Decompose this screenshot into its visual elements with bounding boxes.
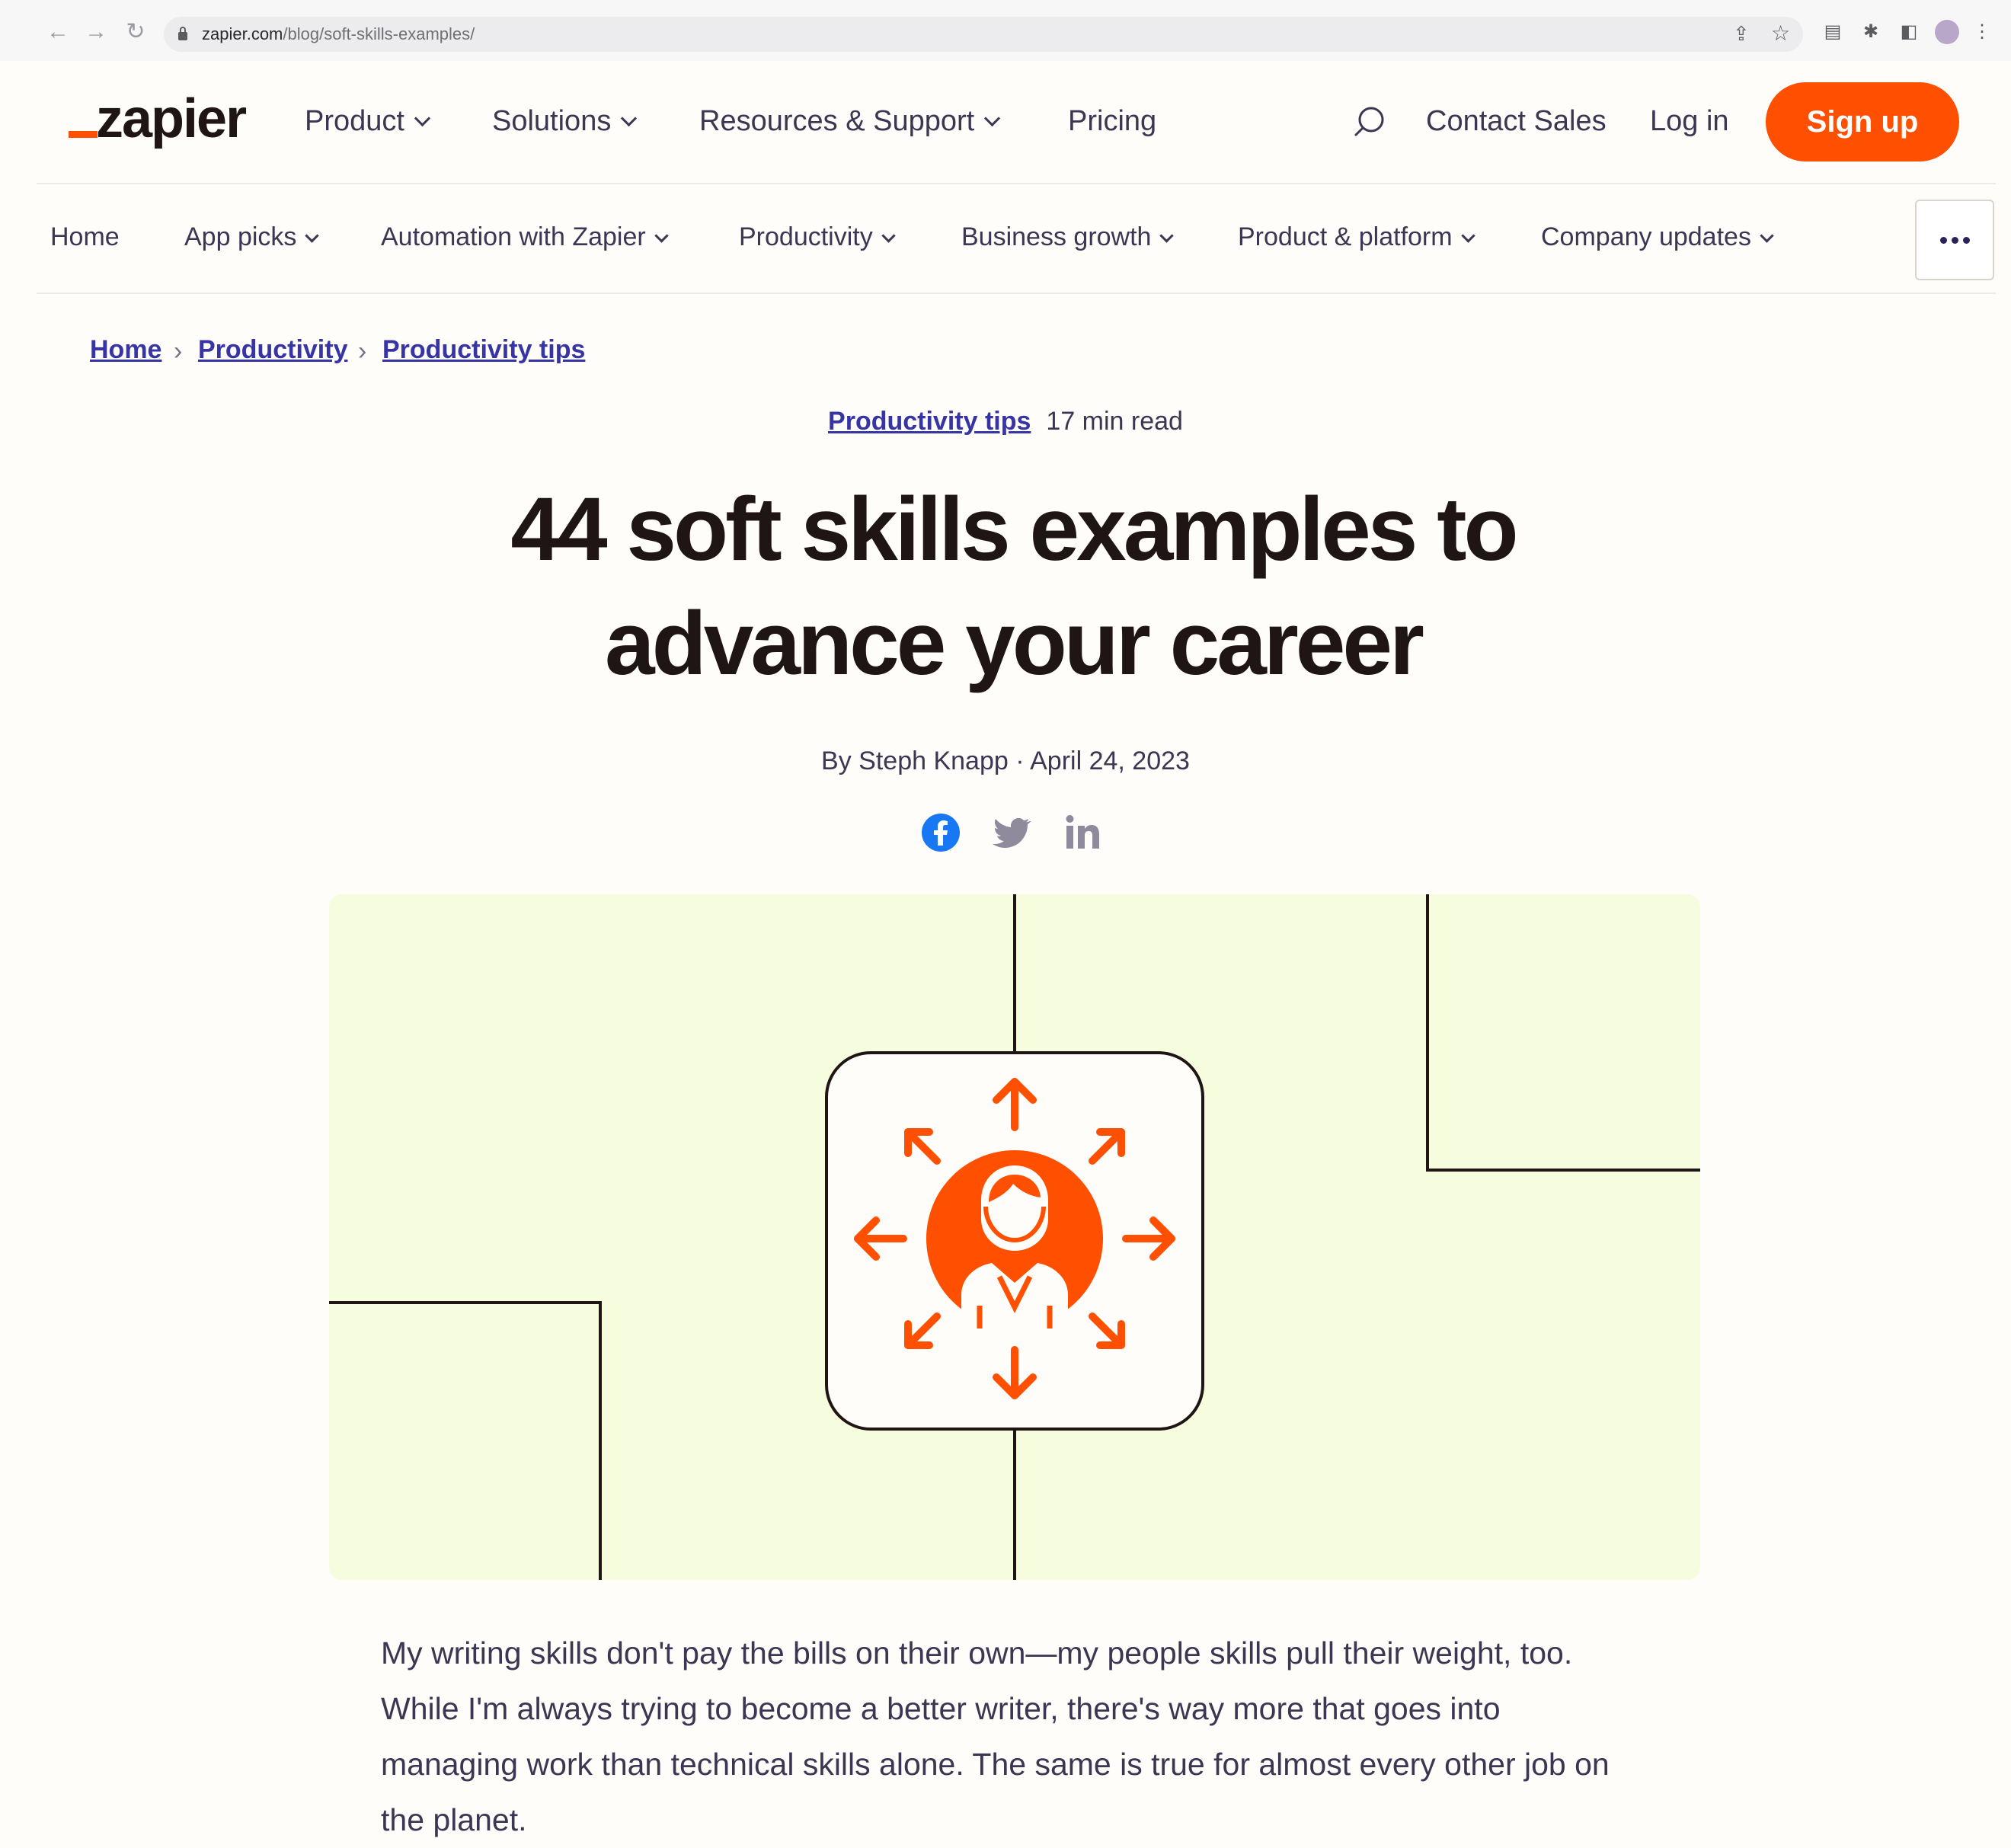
address-bar[interactable]: zapier.com/blog/soft-skills-examples/ ⇪ … [164,17,1803,52]
sign-up-button[interactable]: Sign up [1766,82,1959,161]
nav-solutions-label: Solutions [492,105,612,137]
breadcrumb-productivity-tips[interactable]: Productivity tips [382,332,585,367]
chevron-down-icon [654,229,669,243]
nav-solutions[interactable]: Solutions [492,102,638,140]
contact-sales-link[interactable]: Contact Sales [1426,102,1607,140]
breadcrumb-productivity[interactable]: Productivity [198,332,347,367]
subnav-company-updates[interactable]: Company updates [1541,219,1774,254]
subnav-app-picks[interactable]: App picks [184,219,320,254]
share-page-icon[interactable]: ⇪ [1733,22,1756,45]
log-in-link[interactable]: Log in [1650,102,1729,140]
search-icon[interactable] [1353,105,1386,139]
subnav-company-updates-label: Company updates [1541,222,1751,251]
extension-icon[interactable]: ▤ [1821,20,1845,44]
chevron-down-icon [1760,229,1774,243]
back-icon[interactable]: ← [44,18,72,46]
article-byline: By Steph Knapp · April 24, 2023 [821,747,1190,775]
url-text: zapier.com/blog/soft-skills-examples/ [202,24,475,45]
chevron-down-icon [414,110,431,127]
subnav-business-growth[interactable]: Business growth [961,219,1175,254]
chevron-down-icon [984,110,1001,127]
hero-artwork [329,894,1700,1580]
subnav-app-picks-label: App picks [184,222,297,251]
reload-icon[interactable]: ↻ [122,18,149,46]
profile-avatar-icon[interactable] [1935,20,1959,44]
article-intro-paragraph: My writing skills don't pay the bills on… [381,1635,1610,1837]
article-title: 44 soft skills examples to advance your … [289,472,1737,701]
nav-resources-support[interactable]: Resources & Support [699,102,1001,140]
more-dot [1940,237,1947,244]
url-path: /blog/soft-skills-examples/ [283,24,475,43]
lock-icon [178,27,187,40]
hero-illustration [329,894,1700,1580]
subnav-business-growth-label: Business growth [961,222,1152,251]
subnav-automation-label: Automation with Zapier [381,222,646,251]
chevron-down-icon [1159,229,1175,243]
article-title-line-2: advance your career [605,593,1424,694]
bookmark-star-icon[interactable]: ☆ [1771,22,1794,45]
chevron-down-icon [881,229,896,243]
more-dot [1952,237,1958,244]
forward-icon[interactable]: → [82,18,110,46]
browser-toolbar: ← → ↻ zapier.com/blog/soft-skills-exampl… [0,0,2011,61]
article-title-line-1: 44 soft skills examples to [510,479,1518,580]
twitter-icon[interactable] [992,812,1033,853]
chevron-down-icon [305,229,320,243]
subnav-product-platform-label: Product & platform [1238,222,1453,251]
chevron-down-icon [621,110,638,127]
breadcrumb-home[interactable]: Home [90,332,161,367]
browser-menu-icon[interactable]: ⋮ [1973,20,1991,44]
chevron-right-icon: › [174,337,183,366]
linkedin-icon[interactable] [1063,812,1105,853]
subnav-productivity-label: Productivity [739,222,873,251]
nav-product[interactable]: Product [305,102,431,140]
nav-product-label: Product [305,105,404,137]
subnav-automation[interactable]: Automation with Zapier [381,219,669,254]
url-domain: zapier.com [202,24,283,43]
nav-pricing[interactable]: Pricing [1068,102,1156,140]
nav-pricing-label: Pricing [1068,105,1157,137]
more-dot [1963,237,1970,244]
subnav-productivity[interactable]: Productivity [739,219,896,254]
logo-text: zapier [96,88,247,149]
article-category-link[interactable]: Productivity tips [828,407,1031,436]
puzzle-icon[interactable]: ✱ [1859,20,1883,44]
more-menu-button[interactable] [1915,200,1994,280]
logo-underscore [69,131,98,138]
read-time: 17 min read [1046,407,1183,436]
subnav-home-label: Home [50,222,120,251]
site-header: zapier Product Solutions Resources & Sup… [37,61,1996,184]
chevron-right-icon: › [358,337,367,366]
subnav-home[interactable]: Home [50,219,120,254]
nav-resources-label: Resources & Support [699,105,975,137]
article-meta: Productivity tips 17 min read [0,404,2011,439]
sidepanel-icon[interactable]: ◧ [1897,20,1921,44]
chevron-down-icon [1460,229,1475,243]
subnav-product-platform[interactable]: Product & platform [1238,219,1475,254]
facebook-icon[interactable] [920,812,961,853]
blog-subnav: Home App picks Automation with Zapier Pr… [37,184,1996,294]
